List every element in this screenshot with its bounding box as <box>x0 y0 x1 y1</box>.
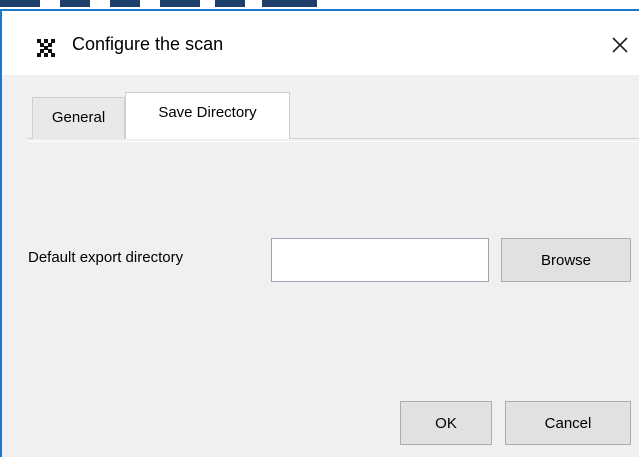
tab-strip: General Save Directory <box>0 75 639 165</box>
tab-save-directory[interactable]: Save Directory <box>125 92 290 139</box>
tab-save-directory-label: Save Directory <box>158 104 257 121</box>
browse-button[interactable]: Browse <box>501 238 631 282</box>
cancel-button[interactable]: Cancel <box>505 401 631 445</box>
ok-button[interactable]: OK <box>400 401 492 445</box>
close-icon[interactable] <box>606 31 634 59</box>
export-directory-label: Default export directory <box>28 249 184 266</box>
tab-general-label: General <box>51 109 106 126</box>
dialog-title: Configure the scan <box>72 34 224 54</box>
scan-app-icon <box>36 38 56 58</box>
export-directory-input[interactable] <box>271 238 489 282</box>
tab-general[interactable]: General <box>32 97 125 139</box>
